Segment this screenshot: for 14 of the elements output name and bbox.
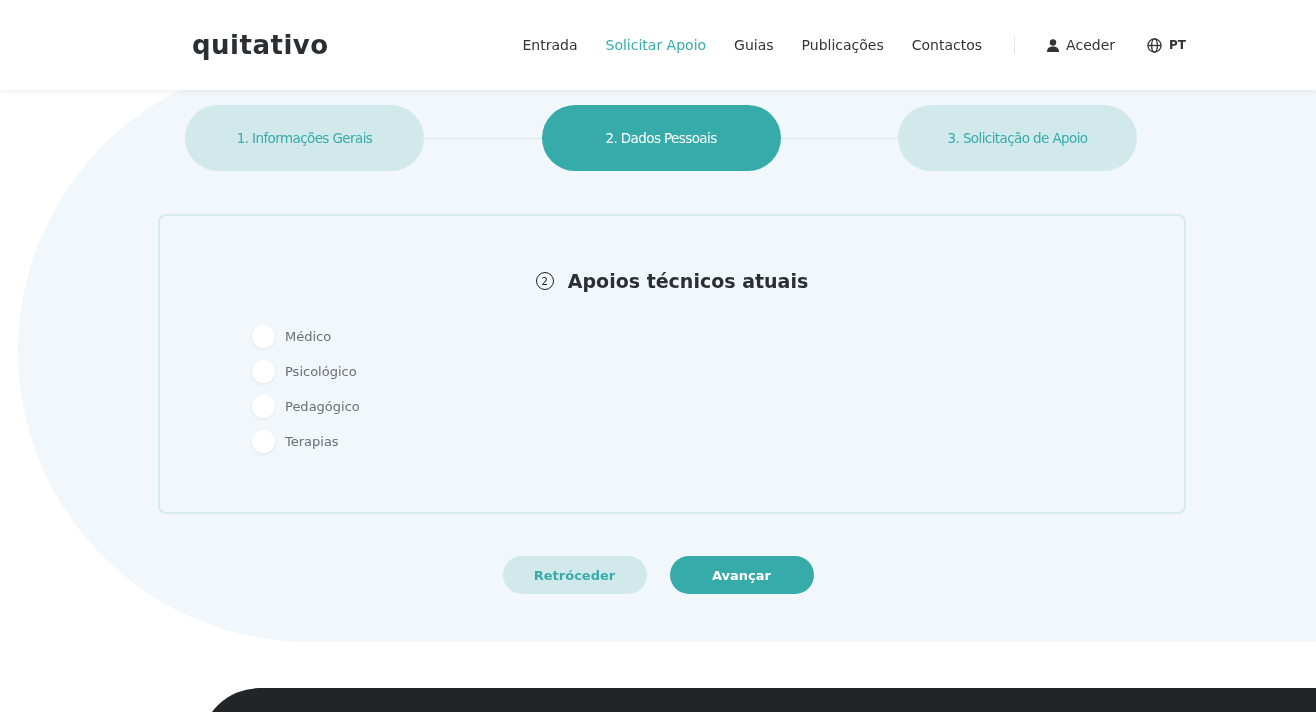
nav-link[interactable]: Contactos: [911, 37, 983, 53]
logo[interactable]: quitativo: [192, 30, 329, 60]
section-title: Apoios técnicos atuais: [567, 270, 809, 292]
globe-icon: [1147, 37, 1162, 53]
nav-link[interactable]: Guias: [734, 37, 774, 53]
nav-link[interactable]: Publicações: [801, 37, 884, 53]
user-icon: [1047, 38, 1060, 52]
checkbox-label: Médico: [285, 329, 332, 344]
login-link[interactable]: Aceder: [1066, 37, 1115, 53]
checkbox-label: Pedagógico: [285, 399, 360, 414]
checkbox-label: Terapias: [285, 434, 339, 449]
nav-link[interactable]: Entrada: [522, 37, 578, 53]
checkbox-label: Psicológico: [285, 364, 357, 379]
language-link[interactable]: PT: [1169, 38, 1186, 52]
